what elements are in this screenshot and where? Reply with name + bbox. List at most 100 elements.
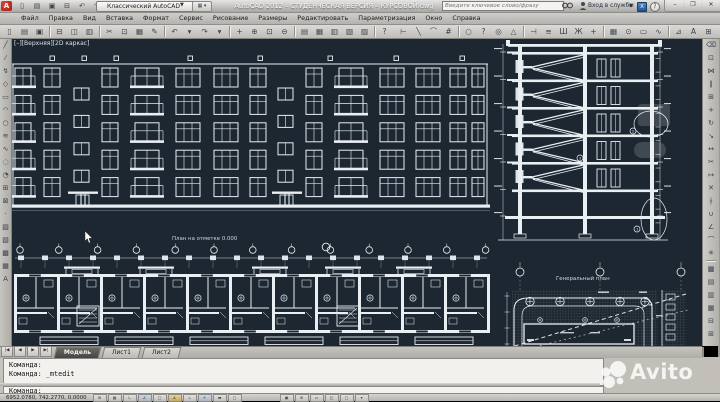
help-icon[interactable]: ? <box>650 1 660 12</box>
grid-toggle[interactable]: ▦ <box>107 393 122 402</box>
text-edit-icon[interactable]: A <box>686 24 701 38</box>
make-block-icon[interactable]: ⊠ <box>0 194 12 207</box>
search-icon[interactable] <box>562 1 574 10</box>
menu-item-8[interactable]: Редактировать <box>292 12 353 24</box>
menu-item-6[interactable]: Рисование <box>208 12 253 24</box>
arc-icon[interactable]: ◠ <box>0 103 12 116</box>
redo-icon[interactable]: ↷ <box>197 24 212 38</box>
draworder-hatch-icon[interactable]: ⊞ <box>703 327 719 340</box>
dim-linear-icon[interactable]: ⊢ <box>396 24 411 38</box>
pan-icon[interactable]: + <box>232 24 247 38</box>
point-style-icon[interactable]: + <box>586 24 601 38</box>
fillet-icon[interactable]: ⌒ <box>703 233 719 246</box>
stretch-icon[interactable]: ↔ <box>703 142 719 155</box>
menu-item-0[interactable]: Файл <box>16 12 44 24</box>
region-icon[interactable]: ▩ <box>0 246 12 259</box>
dim-angular-icon[interactable]: △ <box>506 24 521 38</box>
menu-item-10[interactable]: Окно <box>420 12 447 24</box>
markup-icon[interactable]: ▨ <box>357 24 372 38</box>
rectangle-icon[interactable]: ▭ <box>0 90 12 103</box>
workspace-switch-button[interactable]: ▢ <box>339 393 354 402</box>
circle-icon[interactable]: ○ <box>0 116 12 129</box>
join-icon[interactable]: ∪ <box>703 207 719 220</box>
redo-dropdown-icon[interactable]: ▾ <box>212 24 227 38</box>
center-mark-icon[interactable]: ⊙ <box>621 24 636 38</box>
insert-block-icon[interactable]: ⊞ <box>0 181 12 194</box>
break-icon[interactable]: ∤ <box>703 194 719 207</box>
new-icon[interactable]: ▯ <box>2 24 17 38</box>
text-style-icon[interactable]: ⊣ <box>526 24 541 38</box>
workspace-dropdown-icon[interactable]: ▼ <box>180 1 184 10</box>
dim-arc-icon[interactable]: ⌒ <box>426 24 441 38</box>
tab-layout-1[interactable]: Лист1 <box>101 347 142 358</box>
sign-in-link[interactable]: Вход в службы <box>588 1 634 11</box>
restore-button[interactable]: ❐ <box>684 0 702 11</box>
plot-icon[interactable]: ⊟ <box>60 0 74 12</box>
draworder-front-icon[interactable]: ▩ <box>703 262 719 275</box>
tab-layout-2[interactable]: Лист2 <box>141 347 182 358</box>
hatch-edit-icon[interactable]: ▦ <box>606 24 621 38</box>
point-icon[interactable]: · <box>0 207 12 220</box>
tab-last-button[interactable]: ▶| <box>40 346 52 357</box>
ellipse-arc-icon[interactable]: ◔ <box>0 168 12 181</box>
construction-line-icon[interactable]: ⁄ <box>0 51 12 64</box>
menu-item-9[interactable]: Параметризация <box>353 12 420 24</box>
match-properties-icon[interactable]: ✎ <box>147 24 162 38</box>
dim-style-icon[interactable]: ≡ <box>541 24 556 38</box>
sign-in-dropdown-icon[interactable]: ▼ <box>629 1 633 11</box>
close-button[interactable]: ✕ <box>702 0 720 11</box>
viewport-controls-label[interactable]: [–][Верхняя][2D каркас] <box>14 40 89 47</box>
plot-icon[interactable]: ⊟ <box>52 24 67 38</box>
polyline-icon[interactable]: ↯ <box>0 64 12 77</box>
model-space-canvas[interactable]: 2 3 1 <box>11 38 702 346</box>
boundary-icon[interactable]: ▭ <box>636 24 651 38</box>
sheet-set-icon[interactable]: ▧ <box>342 24 357 38</box>
table-style-icon[interactable]: Ш <box>556 24 571 38</box>
ortho-toggle[interactable]: ∟ <box>122 393 137 402</box>
polygon-icon[interactable]: ◇ <box>0 77 12 90</box>
lwt-toggle[interactable]: ▬ <box>212 393 227 402</box>
open-icon[interactable]: ▤ <box>30 0 44 12</box>
rotate-icon[interactable]: ↻ <box>703 116 719 129</box>
ellipse-icon[interactable]: ◌ <box>0 155 12 168</box>
autocad-app-icon[interactable]: A <box>1 1 12 11</box>
properties-icon[interactable]: ▤ <box>297 24 312 38</box>
multiline-text-icon[interactable]: A <box>0 272 12 285</box>
menu-item-5[interactable]: Сервис <box>174 12 208 24</box>
chamfer-icon[interactable]: ∠ <box>703 220 719 233</box>
dim-aligned-icon[interactable]: ╲ <box>411 24 426 38</box>
draworder-above-icon[interactable]: ▥ <box>703 288 719 301</box>
copy-clip-icon[interactable]: ⊡ <box>117 24 132 38</box>
quickview-layouts-button[interactable]: ⊞ <box>294 393 309 402</box>
copy-icon[interactable]: ⊡ <box>703 51 719 64</box>
menu-item-1[interactable]: Правка <box>44 12 78 24</box>
snap-toggle[interactable]: ⊞ <box>92 393 107 402</box>
revision-cloud-icon[interactable]: ≋ <box>0 129 12 142</box>
draworder-back-icon[interactable]: ▤ <box>703 275 719 288</box>
array-icon[interactable]: ⊞ <box>703 90 719 103</box>
polar-toggle[interactable]: ∠ <box>137 393 152 402</box>
status-menu-button[interactable]: ▾ <box>354 393 369 402</box>
open-icon[interactable]: ▤ <box>17 24 32 38</box>
exchange-apps-icon[interactable]: X <box>637 1 647 12</box>
undo-icon[interactable]: ↶ <box>167 24 182 38</box>
break-point-icon[interactable]: ✕ <box>703 181 719 194</box>
gradient-icon[interactable]: ▧ <box>0 233 12 246</box>
menu-item-3[interactable]: Вставка <box>101 12 138 24</box>
quickview-drawings-button[interactable]: ▭ <box>309 393 324 402</box>
tab-model-active[interactable]: Модель <box>53 347 102 358</box>
tab-first-button[interactable]: |◀ <box>1 346 13 357</box>
offset-icon[interactable]: ∥ <box>703 77 719 90</box>
zoom-window-icon[interactable]: ⊡ <box>262 24 277 38</box>
explode-icon[interactable]: ✳ <box>703 246 719 259</box>
draworder-text-icon[interactable]: ⊟ <box>703 314 719 327</box>
new-icon[interactable]: ▯ <box>15 0 29 12</box>
zoom-previous-icon[interactable]: ⊖ <box>277 24 292 38</box>
spline-icon[interactable]: ∿ <box>0 142 12 155</box>
dim-radius-icon[interactable]: ○ <box>461 24 476 38</box>
tab-prev-button[interactable]: ◀ <box>14 346 26 357</box>
line-icon[interactable]: ╱ <box>0 38 12 51</box>
designcenter-icon[interactable]: ▦ <box>312 24 327 38</box>
minimize-button[interactable]: – <box>666 0 684 11</box>
cut-icon[interactable]: ✂ <box>102 24 117 38</box>
